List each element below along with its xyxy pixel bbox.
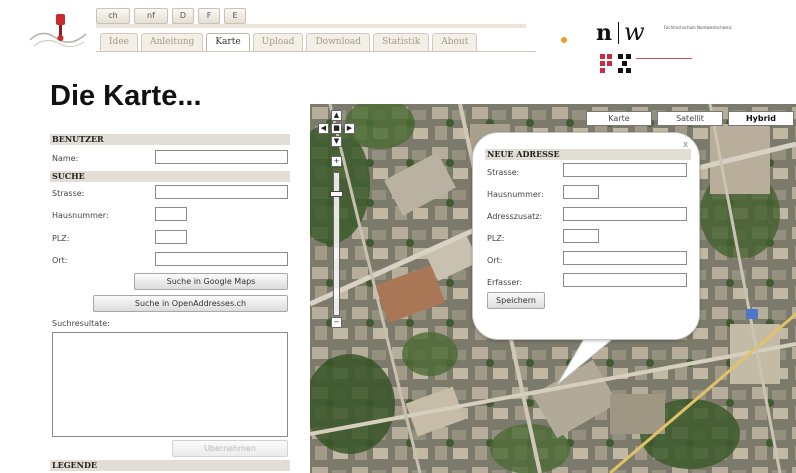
lang-button-nf[interactable]: nf bbox=[134, 8, 168, 24]
name-field[interactable] bbox=[155, 150, 288, 164]
lang-button-e[interactable]: E bbox=[224, 8, 246, 24]
ort-label: Ort: bbox=[52, 256, 68, 265]
results-list[interactable] bbox=[52, 332, 288, 437]
hausnummer-field[interactable] bbox=[155, 207, 187, 221]
results-label: Suchresultate: bbox=[52, 319, 110, 328]
save-button[interactable]: Speichern bbox=[487, 292, 545, 309]
popup-ort-label: Ort: bbox=[487, 256, 503, 265]
popup-hausnummer-label: Hausnummer: bbox=[487, 190, 544, 199]
lang-button-f[interactable]: F bbox=[198, 8, 220, 24]
popup-plz-label: PLZ: bbox=[487, 234, 505, 243]
fhnw-redline bbox=[636, 58, 692, 59]
tab-karte[interactable]: Karte bbox=[206, 33, 250, 51]
pan-center-icon[interactable]: ■ bbox=[331, 123, 342, 134]
popup-erfasser-field[interactable] bbox=[563, 273, 687, 287]
popup-strasse-field[interactable] bbox=[563, 163, 687, 177]
openaddresses-search-button[interactable]: Suche in OpenAddresses.ch bbox=[93, 295, 288, 312]
popup-title: NEUE ADRESSE bbox=[485, 149, 691, 160]
plz-field[interactable] bbox=[155, 230, 187, 244]
google-maps-search-button[interactable]: Suche in Google Maps bbox=[134, 273, 288, 290]
nav-divider bbox=[96, 51, 536, 52]
page-title: Die Karte... bbox=[50, 80, 202, 112]
app-logo bbox=[29, 14, 87, 48]
fhnw-logo: n w Fachhochschule Nordwestschweiz bbox=[596, 18, 746, 84]
tab-download[interactable]: Download bbox=[306, 33, 371, 51]
tab-statistik[interactable]: Statistik bbox=[373, 33, 430, 51]
lang-button-ch[interactable]: ch bbox=[96, 8, 130, 24]
fhnw-dots-icon bbox=[600, 54, 631, 73]
apply-button: Ubernehmen bbox=[172, 440, 288, 457]
popup-ort-field[interactable] bbox=[563, 251, 687, 265]
nav-strip bbox=[96, 24, 526, 28]
name-label: Name: bbox=[52, 154, 79, 163]
map-type-satellit[interactable]: Satellit bbox=[657, 111, 723, 126]
fhnw-n: n bbox=[596, 20, 612, 46]
section-suche: SUCHE bbox=[50, 171, 290, 182]
search-form: BENUTZER Name: SUCHE Strasse: Hausnummer… bbox=[50, 134, 290, 473]
popup-strasse-label: Strasse: bbox=[487, 168, 520, 177]
new-address-popup: x NEUE ADRESSE Strasse: Hausnummer: Adre… bbox=[472, 132, 700, 340]
hausnummer-label: Hausnummer: bbox=[52, 211, 109, 220]
zoom-out-icon[interactable]: − bbox=[331, 317, 342, 328]
popup-erfasser-label: Erfasser: bbox=[487, 278, 523, 287]
strasse-field[interactable] bbox=[155, 185, 288, 199]
popup-plz-field[interactable] bbox=[563, 229, 599, 243]
map-type-hybrid[interactable]: Hybrid bbox=[728, 111, 794, 126]
section-legende: LEGENDE bbox=[50, 460, 290, 471]
fhnw-subtitle: Fachhochschule Nordwestschweiz bbox=[664, 25, 732, 30]
ort-field[interactable] bbox=[155, 252, 288, 266]
section-benutzer: BENUTZER bbox=[50, 134, 290, 145]
popup-adresszusatz-label: Adresszusatz: bbox=[487, 212, 543, 221]
main-nav: Idee Anleitung Karte Upload Download Sta… bbox=[100, 33, 478, 51]
pan-down-icon[interactable]: ▼ bbox=[331, 136, 342, 147]
fhnw-w: w bbox=[624, 18, 645, 46]
pan-up-icon[interactable]: ▲ bbox=[331, 110, 342, 121]
tab-upload[interactable]: Upload bbox=[252, 33, 304, 51]
tab-anleitung[interactable]: Anleitung bbox=[140, 33, 204, 51]
popup-pointer bbox=[556, 337, 615, 386]
strasse-label: Strasse: bbox=[52, 189, 85, 198]
lang-button-d[interactable]: D bbox=[172, 8, 194, 24]
map-type-karte[interactable]: Karte bbox=[586, 111, 652, 126]
tab-idee[interactable]: Idee bbox=[100, 33, 138, 51]
popup-hausnummer-field[interactable] bbox=[563, 185, 599, 199]
plz-label: PLZ: bbox=[52, 234, 70, 243]
zoom-in-icon[interactable]: + bbox=[331, 156, 342, 167]
rss-icon[interactable] bbox=[561, 37, 567, 43]
tab-about[interactable]: About bbox=[432, 33, 478, 51]
popup-adresszusatz-field[interactable] bbox=[563, 207, 687, 221]
pan-left-icon[interactable]: ◀ bbox=[318, 123, 329, 134]
zoom-slider-handle[interactable] bbox=[330, 191, 343, 197]
pan-right-icon[interactable]: ▶ bbox=[344, 123, 355, 134]
fhnw-separator bbox=[618, 22, 619, 44]
